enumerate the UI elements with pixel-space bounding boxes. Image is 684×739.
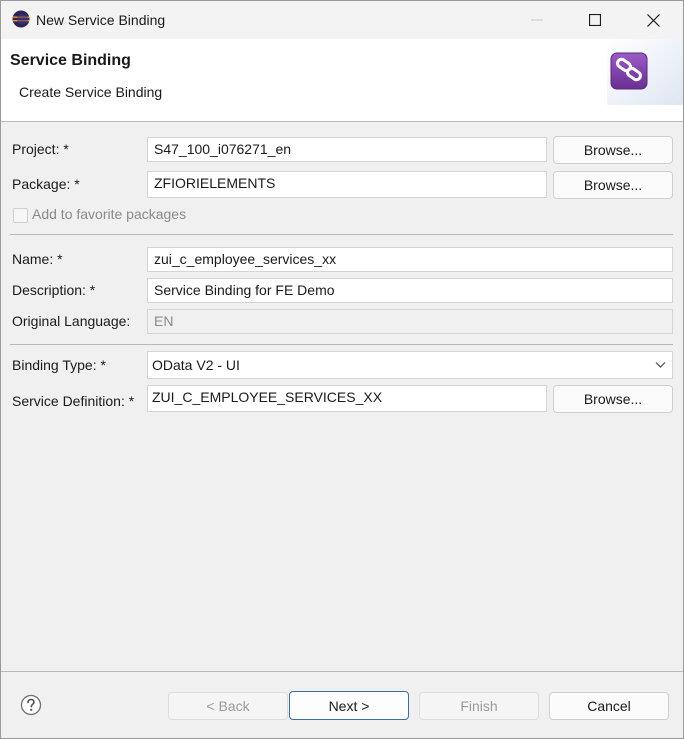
next-button[interactable]: Next > — [289, 691, 409, 720]
maximize-icon — [589, 14, 601, 26]
service-definition-field[interactable]: ZUI_C_EMPLOYEE_SERVICES_XX — [147, 385, 547, 412]
package-field[interactable]: ZFIORIELEMENTS — [147, 171, 547, 198]
cancel-button[interactable]: Cancel — [549, 692, 669, 720]
title-bar: New Service Binding — [1, 1, 683, 39]
new-service-binding-dialog: New Service Binding Service Binding Crea… — [0, 0, 684, 739]
binding-type-select[interactable]: OData V2 - UI — [147, 351, 673, 379]
description-label: Description: * — [12, 282, 96, 298]
banner-subtitle: Create Service Binding — [19, 84, 163, 100]
separator — [10, 344, 673, 345]
description-field[interactable]: Service Binding for FE Demo — [147, 278, 673, 303]
binding-type-value: OData V2 - UI — [152, 357, 240, 373]
separator — [10, 234, 673, 235]
footer-separator — [1, 671, 683, 672]
chevron-down-icon — [655, 362, 666, 368]
favorites-label: Add to favorite packages — [32, 206, 187, 222]
service-definition-browse-button[interactable]: Browse... — [553, 385, 673, 413]
finish-button[interactable]: Finish — [419, 692, 539, 720]
wizard-banner: Service Binding Create Service Binding — [1, 39, 683, 122]
package-label: Package: * — [12, 176, 80, 192]
minimize-button[interactable] — [508, 1, 566, 39]
eclipse-icon — [12, 10, 30, 28]
package-browse-button[interactable]: Browse... — [553, 171, 673, 199]
original-language-label: Original Language: — [12, 313, 131, 329]
binding-type-label: Binding Type: * — [12, 357, 106, 373]
name-label: Name: * — [12, 251, 63, 267]
close-icon — [646, 13, 660, 27]
service-binding-link-icon — [607, 39, 683, 105]
project-browse-button[interactable]: Browse... — [553, 136, 673, 164]
close-button[interactable] — [624, 1, 682, 39]
project-label: Project: * — [12, 141, 69, 157]
favorites-checkbox[interactable] — [13, 208, 28, 223]
back-button[interactable]: < Back — [168, 692, 288, 720]
minimize-icon — [531, 19, 543, 21]
banner-title: Service Binding — [10, 52, 131, 69]
help-question-icon[interactable] — [20, 694, 42, 716]
name-field[interactable]: zui_c_employee_services_xx — [147, 247, 673, 272]
service-definition-label: Service Definition: * — [12, 393, 135, 409]
original-language-field: EN — [147, 309, 673, 334]
window-title: New Service Binding — [36, 12, 166, 28]
project-field[interactable]: S47_100_i076271_en — [147, 137, 547, 162]
maximize-button[interactable] — [566, 1, 624, 39]
